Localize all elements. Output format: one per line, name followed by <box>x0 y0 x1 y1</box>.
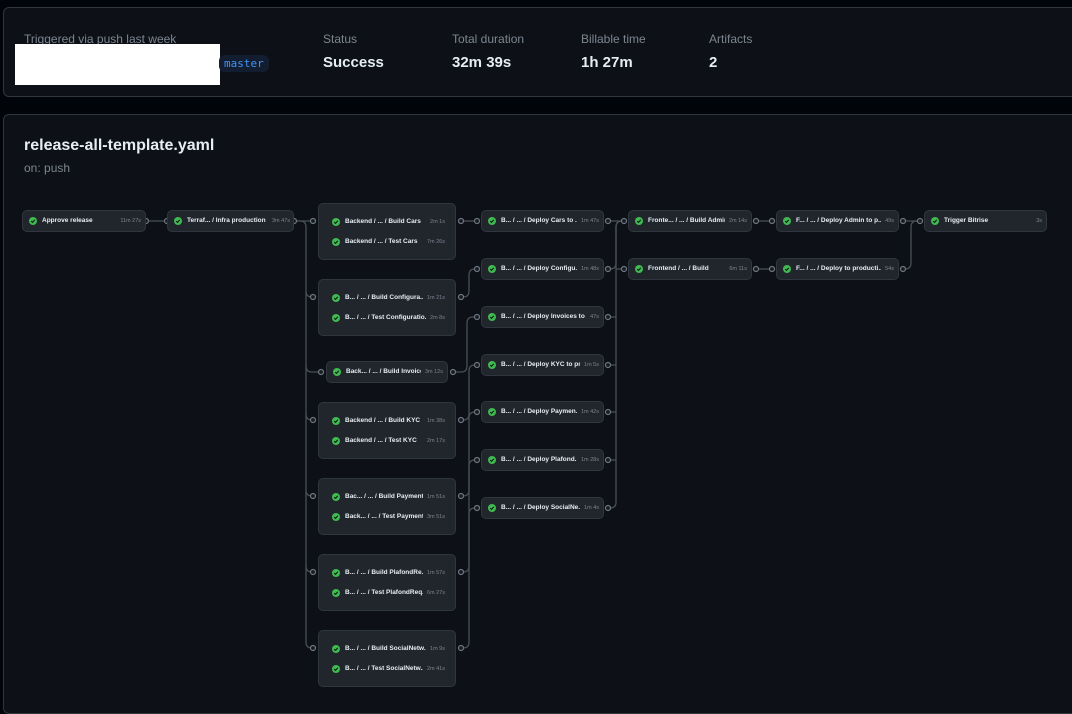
job-group-payments: Bac... / ... / Build Payments 1m 51s Bac… <box>318 478 456 535</box>
job-group-cars: Backend / ... / Build Cars 2m 1s Backend… <box>318 203 456 260</box>
job-deploy-payments[interactable]: B... / ... / Deploy Paymen... 1m 42s <box>488 403 599 421</box>
job-group-social: B... / ... / Build SocialNetw... 1m 9s B… <box>318 630 456 687</box>
success-check-icon <box>488 408 496 416</box>
success-check-icon <box>332 645 340 653</box>
success-check-icon <box>29 217 37 225</box>
job-card: B... / ... / Deploy Paymen... 1m 42s <box>481 401 604 423</box>
job-test-configuration[interactable]: B... / ... / Test Configuratio... 2m 8s <box>332 309 445 327</box>
job-deploy-admin[interactable]: F... / ... / Deploy Admin to p... 49s <box>783 212 894 230</box>
job-card: F... / ... / Deploy to producti... 54s <box>776 258 899 280</box>
success-check-icon <box>332 437 340 445</box>
job-card: Trigger Bitrise 3s <box>924 210 1047 232</box>
job-card: B... / ... / Deploy SocialNe... 1m 4s <box>481 497 604 519</box>
success-check-icon <box>332 294 340 302</box>
job-build-invoices[interactable]: Back... / ... / Build Invoices 3m 12s <box>333 363 443 381</box>
job-deploy-configuration[interactable]: B... / ... / Deploy Configu... 1m 48s <box>488 260 599 278</box>
job-card: B... / ... / Deploy Invoices to ... 47s <box>481 306 604 328</box>
success-check-icon <box>332 238 340 246</box>
job-build-cars[interactable]: Backend / ... / Build Cars 2m 1s <box>332 213 445 231</box>
success-check-icon <box>332 665 340 673</box>
job-group-plafond: B... / ... / Build PlafondRe... 1m 57s B… <box>318 554 456 611</box>
job-build-social[interactable]: B... / ... / Build SocialNetw... 1m 9s <box>332 640 445 658</box>
success-check-icon <box>635 217 643 225</box>
job-card: Fronte... / ... / Build Admin 2m 14s <box>628 210 752 232</box>
job-deploy-kyc[interactable]: B... / ... / Deploy KYC to pr... 1m 5s <box>488 356 599 374</box>
job-build-payments[interactable]: Bac... / ... / Build Payments 1m 51s <box>332 488 445 506</box>
success-check-icon <box>332 417 340 425</box>
success-check-icon <box>488 504 496 512</box>
job-card: B... / ... / Deploy Plafond... 1m 28s <box>481 449 604 471</box>
job-card: B... / ... / Deploy Configu... 1m 48s <box>481 258 604 280</box>
job-card: Approve release 11m 27s <box>22 210 146 232</box>
success-check-icon <box>332 589 340 597</box>
job-build-configuration[interactable]: B... / ... / Build Configura... 1m 21s <box>332 289 445 307</box>
success-check-icon <box>783 265 791 273</box>
job-card: B... / ... / Deploy Cars to ... 1m 47s <box>481 210 604 232</box>
job-frontend-build[interactable]: Frontend / ... / Build 6m 11s <box>635 260 747 278</box>
success-check-icon <box>332 314 340 322</box>
job-test-cars[interactable]: Backend / ... / Test Cars 7m 26s <box>332 233 445 251</box>
job-deploy-social[interactable]: B... / ... / Deploy SocialNe... 1m 4s <box>488 499 599 517</box>
success-check-icon <box>783 217 791 225</box>
job-card: Terraf... / Infra production 3m 47s <box>167 210 294 232</box>
job-test-plafond[interactable]: B... / ... / Test PlafondReq... 6m 27s <box>332 584 445 602</box>
success-check-icon <box>635 265 643 273</box>
success-check-icon <box>332 218 340 226</box>
success-check-icon <box>488 456 496 464</box>
job-card: Frontend / ... / Build 6m 11s <box>628 258 752 280</box>
success-check-icon <box>488 313 496 321</box>
job-deploy-invoices[interactable]: B... / ... / Deploy Invoices to ... 47s <box>488 308 599 326</box>
success-check-icon <box>931 217 939 225</box>
job-card: B... / ... / Deploy KYC to pr... 1m 5s <box>481 354 604 376</box>
success-check-icon <box>332 569 340 577</box>
job-test-payments[interactable]: Back... / ... / Test Payments 3m 51s <box>332 508 445 526</box>
success-check-icon <box>332 513 340 521</box>
job-infra-production[interactable]: Terraf... / Infra production 3m 47s <box>174 212 290 230</box>
job-group-configuration: B... / ... / Build Configura... 1m 21s B… <box>318 279 456 336</box>
job-build-plafond[interactable]: B... / ... / Build PlafondRe... 1m 57s <box>332 564 445 582</box>
job-deploy-cars[interactable]: B... / ... / Deploy Cars to ... 1m 47s <box>488 212 599 230</box>
success-check-icon <box>333 368 341 376</box>
success-check-icon <box>488 265 496 273</box>
success-check-icon <box>332 493 340 501</box>
job-approve-release[interactable]: Approve release 11m 27s <box>29 212 141 230</box>
success-check-icon <box>488 217 496 225</box>
job-group-kyc: Backend / ... / Build KYC 1m 38s Backend… <box>318 402 456 459</box>
job-test-kyc[interactable]: Backend / ... / Test KYC 2m 17s <box>332 432 445 450</box>
job-card: F... / ... / Deploy Admin to p... 49s <box>776 210 899 232</box>
job-deploy-plafond[interactable]: B... / ... / Deploy Plafond... 1m 28s <box>488 451 599 469</box>
job-trigger-bitrise[interactable]: Trigger Bitrise 3s <box>931 212 1042 230</box>
job-deploy-frontend[interactable]: F... / ... / Deploy to producti... 54s <box>783 260 894 278</box>
job-build-admin[interactable]: Fronte... / ... / Build Admin 2m 14s <box>635 212 747 230</box>
success-check-icon <box>174 217 182 225</box>
job-test-social[interactable]: B... / ... / Test SocialNetw... 2m 41s <box>332 660 445 678</box>
success-check-icon <box>488 361 496 369</box>
job-card: Back... / ... / Build Invoices 3m 12s <box>326 361 448 383</box>
edge-ports <box>142 217 924 652</box>
edge-lines <box>146 220 920 649</box>
dependency-edges <box>142 217 924 652</box>
job-build-kyc[interactable]: Backend / ... / Build KYC 1m 38s <box>332 412 445 430</box>
